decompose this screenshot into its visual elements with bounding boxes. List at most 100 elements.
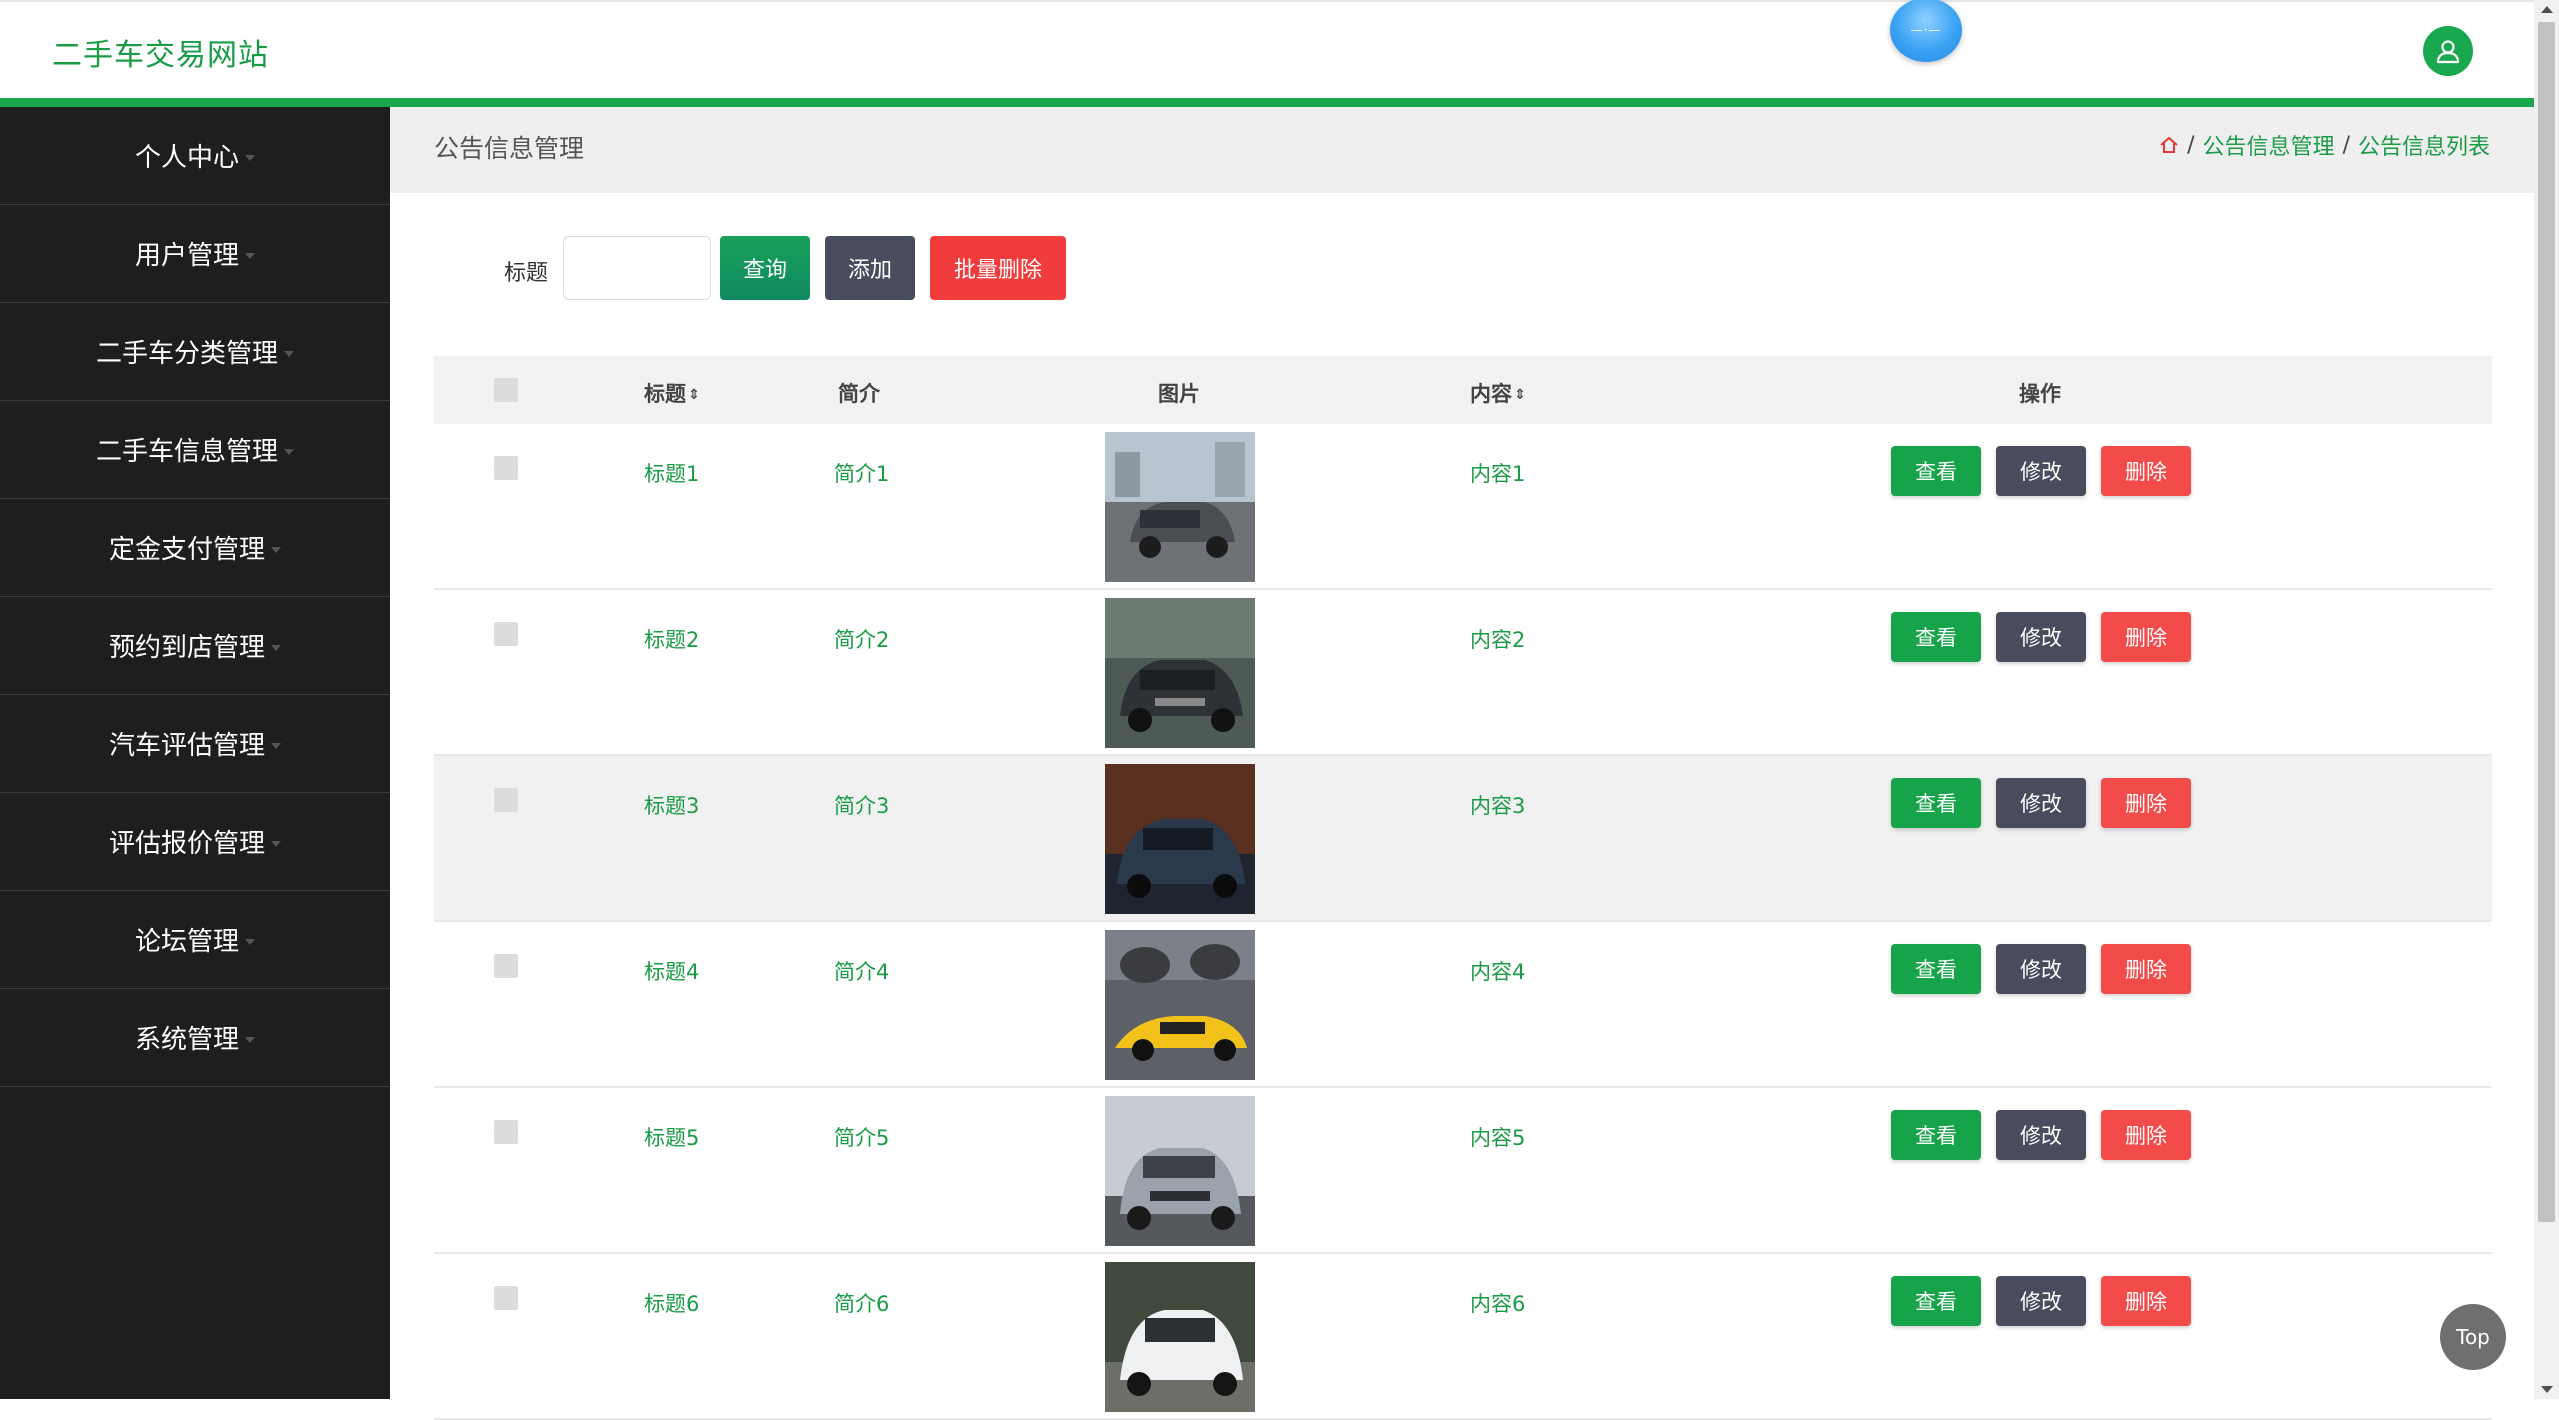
edit-button[interactable]: 修改 <box>1996 612 2086 662</box>
sidebar-item-personal-center[interactable]: 个人中心 <box>0 107 390 205</box>
breadcrumb-separator: / <box>2187 132 2195 158</box>
table-row: 标题2 简介2 内容2 查看 修改 删除 <box>434 590 2492 756</box>
add-button[interactable]: 添加 <box>825 236 915 300</box>
column-content[interactable]: 内容 ⇕ <box>1470 378 1526 408</box>
column-title[interactable]: 标题 ⇕ <box>644 378 700 408</box>
view-button[interactable]: 查看 <box>1891 778 1981 828</box>
edit-button[interactable]: 修改 <box>1996 944 2086 994</box>
delete-button[interactable]: 删除 <box>2101 1110 2191 1160</box>
chevron-down-icon <box>271 840 281 847</box>
row-checkbox[interactable] <box>494 788 518 812</box>
scroll-up-icon[interactable] <box>2541 6 2553 13</box>
chevron-down-icon <box>271 644 281 651</box>
sidebar-item-appointment[interactable]: 预约到店管理 <box>0 597 390 695</box>
sidebar-item-label: 系统管理 <box>134 1025 239 1055</box>
badge-text: —·— <box>1910 23 1942 37</box>
column-content-label: 内容 <box>1470 382 1512 406</box>
table-row: 标题1 简介1 内容1 查看 修改 删除 <box>434 424 2492 590</box>
cell-title[interactable]: 标题3 <box>644 790 699 820</box>
cell-title[interactable]: 标题2 <box>644 624 699 654</box>
edit-button[interactable]: 修改 <box>1996 446 2086 496</box>
column-image: 图片 <box>1158 382 1200 406</box>
car-image <box>1105 1262 1255 1412</box>
user-avatar-button[interactable] <box>2423 26 2473 76</box>
row-checkbox[interactable] <box>494 622 518 646</box>
delete-button[interactable]: 删除 <box>2101 1276 2191 1326</box>
cell-title[interactable]: 标题5 <box>644 1122 699 1152</box>
search-bar: 标题 查询 添加 批量删除 <box>390 193 2534 353</box>
breadcrumb-item[interactable]: 公告信息列表 <box>2358 129 2490 161</box>
car-image <box>1105 432 1255 582</box>
chevron-down-icon <box>245 252 255 259</box>
car-image <box>1105 930 1255 1080</box>
table-row: 标题6 简介6 内容6 查看 修改 删除 <box>434 1254 2492 1420</box>
cell-intro: 简介1 <box>834 462 890 486</box>
scroll-thumb[interactable] <box>2538 22 2555 1222</box>
car-image <box>1105 1096 1255 1246</box>
chevron-down-icon <box>245 938 255 945</box>
delete-button[interactable]: 删除 <box>2101 612 2191 662</box>
page-title: 公告信息管理 <box>434 134 585 163</box>
edit-button[interactable]: 修改 <box>1996 778 2086 828</box>
chevron-down-icon <box>284 448 294 455</box>
row-checkbox[interactable] <box>494 1286 518 1310</box>
table-row: 标题3 简介3 内容3 查看 修改 删除 <box>434 756 2492 922</box>
delete-button[interactable]: 删除 <box>2101 446 2191 496</box>
table-row: 标题5 简介5 内容5 查看 修改 删除 <box>434 1088 2492 1254</box>
delete-button[interactable]: 删除 <box>2101 778 2191 828</box>
sidebar-item-deposit[interactable]: 定金支付管理 <box>0 499 390 597</box>
site-title[interactable]: 二手车交易网站 <box>52 30 269 74</box>
row-checkbox[interactable] <box>494 954 518 978</box>
breadcrumb-item[interactable]: 公告信息管理 <box>2203 129 2335 161</box>
cell-content: 内容4 <box>1470 960 1526 984</box>
sidebar-item-car-category[interactable]: 二手车分类管理 <box>0 303 390 401</box>
batch-delete-button[interactable]: 批量删除 <box>930 236 1066 300</box>
sidebar-item-car-info[interactable]: 二手车信息管理 <box>0 401 390 499</box>
select-all-checkbox[interactable] <box>494 378 518 402</box>
row-checkbox[interactable] <box>494 1120 518 1144</box>
search-input[interactable] <box>563 236 711 300</box>
column-actions: 操作 <box>2019 382 2061 406</box>
column-title-label: 标题 <box>644 382 686 406</box>
back-to-top-button[interactable]: Top <box>2440 1304 2506 1370</box>
cell-content: 内容3 <box>1470 794 1526 818</box>
cell-title[interactable]: 标题6 <box>644 1288 699 1318</box>
sidebar-item-forum[interactable]: 论坛管理 <box>0 891 390 989</box>
sidebar-item-label: 二手车信息管理 <box>95 437 278 467</box>
top-header: 二手车交易网站 —·— <box>0 0 2534 98</box>
header-accent-bar <box>0 98 2534 107</box>
edit-button[interactable]: 修改 <box>1996 1276 2086 1326</box>
scroll-down-icon[interactable] <box>2541 1386 2553 1393</box>
view-button[interactable]: 查看 <box>1891 612 1981 662</box>
cell-title[interactable]: 标题4 <box>644 956 699 986</box>
delete-button[interactable]: 删除 <box>2101 944 2191 994</box>
view-button[interactable]: 查看 <box>1891 944 1981 994</box>
notice-table: 标题 ⇕ 简介 图片 内容 ⇕ 操作 标题1 简介1 内容1 查看 修改 删除 标题… <box>434 356 2492 1420</box>
cell-title[interactable]: 标题1 <box>644 458 699 488</box>
sort-icon[interactable]: ⇕ <box>1514 387 1526 403</box>
sidebar-item-users[interactable]: 用户管理 <box>0 205 390 303</box>
cell-content: 内容1 <box>1470 462 1526 486</box>
table-header: 标题 ⇕ 简介 图片 内容 ⇕ 操作 <box>434 356 2492 424</box>
sidebar-item-label: 论坛管理 <box>134 927 239 957</box>
home-icon[interactable] <box>2159 135 2179 155</box>
edit-button[interactable]: 修改 <box>1996 1110 2086 1160</box>
user-icon <box>2436 40 2460 64</box>
sidebar-item-evaluation[interactable]: 汽车评估管理 <box>0 695 390 793</box>
sidebar-item-system[interactable]: 系统管理 <box>0 989 390 1087</box>
chevron-down-icon <box>245 1036 255 1043</box>
view-button[interactable]: 查看 <box>1891 446 1981 496</box>
sort-icon[interactable]: ⇕ <box>688 387 700 403</box>
floating-badge[interactable]: —·— <box>1890 0 1962 62</box>
view-button[interactable]: 查看 <box>1891 1110 1981 1160</box>
page-scrollbar[interactable] <box>2534 0 2559 1399</box>
cell-intro: 简介6 <box>834 1292 890 1316</box>
sidebar-item-quote[interactable]: 评估报价管理 <box>0 793 390 891</box>
cell-content: 内容5 <box>1470 1126 1526 1150</box>
row-checkbox[interactable] <box>494 456 518 480</box>
car-image <box>1105 764 1255 914</box>
chevron-down-icon <box>245 154 255 161</box>
view-button[interactable]: 查看 <box>1891 1276 1981 1326</box>
car-image <box>1105 598 1255 748</box>
query-button[interactable]: 查询 <box>720 236 810 300</box>
